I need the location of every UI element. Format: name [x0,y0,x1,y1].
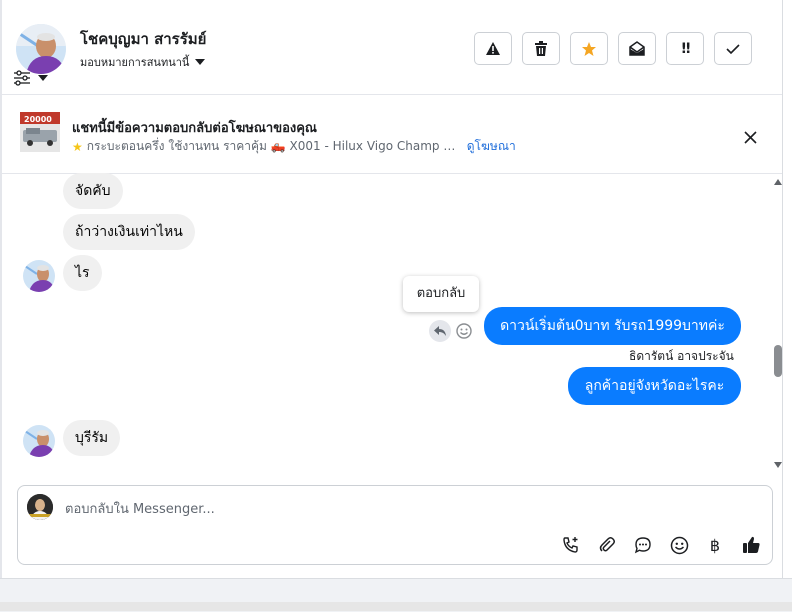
mark-unread-button[interactable] [618,32,656,65]
saved-replies-button[interactable] [632,534,654,556]
ad-subtitle: ★ กระบะตอนครึ่ง ใช้งานทน ราคาคุ้ม 🛻 X001… [72,137,516,156]
spam-button[interactable] [474,32,512,65]
outgoing-message[interactable]: ลูกค้าอยู่จังหวัดอะไรคะ [568,367,741,405]
taskbar-strip [0,602,792,611]
assign-label: มอบหมายการสนทนานี้ [80,56,190,69]
payment-button[interactable]: ฿ [704,534,726,556]
check-icon [726,43,740,54]
delete-button[interactable] [522,32,560,65]
ad-title: แชทนี้มีข้อความตอบกลับต่อโฆษณาของคุณ [72,121,317,136]
incoming-message[interactable]: ไร [63,255,102,291]
outgoing-message[interactable]: ดาวน์เริ่มต้น0บาท รับรถ1999บาทค่ะ [484,307,741,345]
reply-tooltip: ตอบกลับ [403,276,479,312]
sender-name: ธิดารัตน์ อาจประจัน [629,349,734,363]
reply-button[interactable] [429,320,451,342]
chevron-down-icon [195,59,206,65]
follow-up-button[interactable]: !! [666,32,704,65]
view-ad-link[interactable]: ดูโฆษณา [467,137,516,156]
call-button[interactable] [560,534,582,556]
page-avatar [27,494,53,520]
emoji-button[interactable] [668,534,690,556]
scroll-down-arrow-icon[interactable] [774,462,782,468]
ad-reply-banner: 20000 แชทนี้มีข้อความตอบกลับต่อโฆษณาของค… [0,95,782,174]
conversation-header: โชคบุญมา สารรัมย์ มอบหมายการสนทนานี้ !! [0,0,782,95]
warning-icon [486,42,500,55]
reply-icon [434,326,446,336]
chat-bubble-icon [634,537,651,554]
double-exclamation-icon: !! [680,40,692,57]
contact-avatar [23,260,55,292]
incoming-message[interactable]: จัดคับ [63,173,123,209]
ad-thumbnail[interactable]: 20000 [20,112,60,152]
close-banner-button[interactable] [741,128,759,146]
scrollbar-thumb[interactable] [774,345,782,377]
chevron-down-icon[interactable] [38,75,48,81]
incoming-message[interactable]: ถ้าว่างเงินเท่าไหน [63,214,195,250]
message-input[interactable] [65,497,705,521]
panel-right-border [782,0,783,580]
ad-description: กระบะตอนครึ่ง ใช้งานทน ราคาคุ้ม 🛻 X001 -… [86,139,457,153]
thumbs-up-icon [742,536,760,553]
assign-conversation-dropdown[interactable]: มอบหมายการสนทนานี้ [80,53,206,71]
contact-avatar [23,425,55,457]
contact-avatar[interactable] [16,24,66,74]
incoming-message[interactable]: บุรีรัม [63,420,121,456]
baht-icon: ฿ [709,535,721,555]
star-icon: ★ [72,139,83,154]
envelope-open-icon [629,41,645,56]
smiley-icon[interactable] [455,322,473,340]
trash-icon [535,41,547,56]
like-button[interactable] [740,534,762,556]
close-icon [743,130,757,144]
paperclip-icon [599,537,615,552]
star-icon [582,41,596,56]
contact-name[interactable]: โชคบุญมา สารรัมย์ [80,27,206,51]
scroll-up-arrow-icon[interactable] [774,179,782,185]
attach-button[interactable] [596,534,618,556]
smiley-icon [670,536,688,554]
sliders-icon[interactable] [13,70,31,86]
ad-thumb-text: 20000 [24,115,52,124]
done-button[interactable] [714,32,752,65]
phone-plus-icon [563,537,578,553]
message-composer: ฿ [17,485,773,565]
star-button[interactable] [570,32,608,65]
